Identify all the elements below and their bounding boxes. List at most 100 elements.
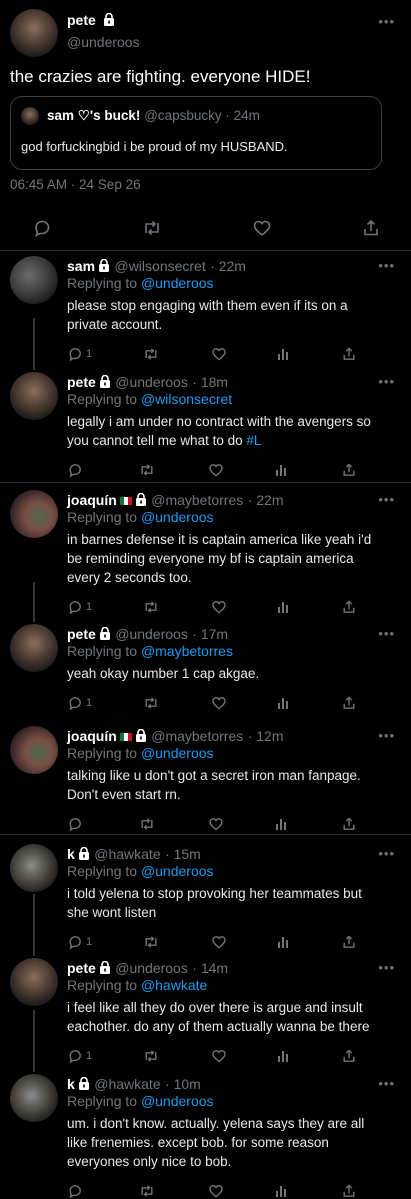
avatar[interactable] (10, 9, 58, 57)
reply-icon (69, 464, 81, 478)
share-icon[interactable] (341, 462, 357, 478)
views-icon[interactable] (277, 696, 291, 710)
handle[interactable]: @maybetorres (151, 492, 243, 508)
reply-mention[interactable]: @wilsonsecret (141, 391, 232, 407)
display-name[interactable]: k (67, 1076, 75, 1092)
reply-mention[interactable]: @hawkate (141, 977, 207, 993)
avatar[interactable] (10, 490, 58, 538)
avatar[interactable] (10, 256, 58, 304)
share-icon[interactable] (341, 695, 357, 711)
reply-icon[interactable] (32, 218, 52, 238)
retweet-icon[interactable] (142, 599, 160, 615)
heart-icon[interactable] (211, 695, 227, 711)
lock-icon (104, 13, 115, 26)
display-name[interactable]: joaquín (67, 492, 117, 508)
reply-button[interactable] (67, 462, 86, 478)
heart-icon[interactable] (252, 218, 272, 238)
handle[interactable]: @underoos (67, 34, 140, 50)
handle[interactable]: @underoos (115, 626, 188, 642)
display-name[interactable]: pete (67, 626, 96, 642)
views-icon[interactable] (277, 600, 291, 614)
share-icon[interactable] (341, 1183, 357, 1199)
views-icon[interactable] (277, 1049, 291, 1063)
avatar[interactable] (10, 726, 58, 774)
handle[interactable]: @hawkate (94, 846, 160, 862)
share-icon[interactable] (341, 816, 357, 832)
avatar[interactable] (10, 1074, 58, 1122)
reply-mention[interactable]: @underoos (141, 863, 214, 879)
views-icon[interactable] (277, 347, 291, 361)
views-icon[interactable] (275, 817, 289, 831)
retweet-icon[interactable] (142, 346, 160, 362)
heart-icon[interactable] (211, 934, 227, 950)
tweet-line: um. i don't know. actually. yelena says … (67, 1114, 397, 1133)
heart-icon[interactable] (211, 1048, 227, 1064)
reply-mention[interactable]: @underoos (141, 275, 214, 291)
quoted-tweet[interactable]: sam ♡'s buck! @capsbucky · 24m god forfu… (10, 96, 382, 170)
heart-icon[interactable] (208, 462, 224, 478)
more-icon[interactable]: ••• (378, 1076, 395, 1091)
more-icon[interactable]: ••• (378, 846, 395, 861)
handle[interactable]: @maybetorres (151, 728, 243, 744)
share-icon[interactable] (361, 218, 381, 238)
reply-button[interactable]: 1 (67, 1048, 92, 1064)
reply-mention[interactable]: @underoos (141, 1093, 214, 1109)
more-icon[interactable]: ••• (378, 492, 395, 507)
reply-mention[interactable]: @maybetorres (141, 643, 233, 659)
reply-button[interactable] (67, 816, 86, 832)
retweet-icon[interactable] (142, 695, 160, 711)
tweet-line-text: talking like u don't got a secret iron m… (67, 768, 361, 783)
retweet-icon[interactable] (142, 1048, 160, 1064)
views-icon[interactable] (275, 1184, 289, 1198)
display-name[interactable]: pete (67, 960, 96, 976)
mexico-flag-icon (119, 497, 132, 505)
more-icon[interactable]: ••• (378, 374, 395, 389)
more-icon[interactable]: ••• (378, 14, 395, 29)
share-icon[interactable] (341, 1048, 357, 1064)
heart-icon[interactable] (208, 1183, 224, 1199)
more-icon[interactable]: ••• (378, 626, 395, 641)
display-name[interactable]: pete (67, 374, 96, 390)
handle[interactable]: @underoos (115, 960, 188, 976)
display-name[interactable]: k (67, 846, 75, 862)
hashtag[interactable]: #L (246, 433, 261, 448)
views-icon[interactable] (275, 463, 289, 477)
tweet-text: talking like u don't got a secret iron m… (67, 766, 397, 804)
display-name[interactable]: joaquín (67, 728, 117, 744)
avatar[interactable] (10, 372, 58, 420)
reply-button[interactable]: 1 (67, 599, 92, 615)
tweet-line-text: eachother. do any of them actually wanna… (67, 1019, 370, 1034)
tweet-line: private account. (67, 315, 397, 334)
heart-icon[interactable] (208, 816, 224, 832)
retweet-icon[interactable] (142, 934, 160, 950)
heart-icon[interactable] (211, 599, 227, 615)
retweet-icon[interactable] (138, 816, 156, 832)
reply-icon (69, 601, 81, 615)
display-name[interactable]: pete (67, 12, 96, 28)
share-icon[interactable] (341, 599, 357, 615)
reply-button[interactable]: 1 (67, 934, 92, 950)
avatar[interactable] (10, 624, 58, 672)
timestamp[interactable]: 06:45 AM · 24 Sep 26 (10, 177, 141, 192)
retweet-icon[interactable] (138, 462, 156, 478)
avatar[interactable] (10, 844, 58, 892)
handle[interactable]: @underoos (115, 374, 188, 390)
display-name[interactable]: sam (67, 258, 95, 274)
heart-icon[interactable] (211, 346, 227, 362)
views-icon[interactable] (277, 935, 291, 949)
retweet-icon[interactable] (138, 1183, 156, 1199)
reply-mention[interactable]: @underoos (141, 509, 214, 525)
retweet-icon[interactable] (141, 218, 163, 238)
more-icon[interactable]: ••• (378, 728, 395, 743)
handle[interactable]: @wilsonsecret (114, 258, 205, 274)
handle[interactable]: @hawkate (94, 1076, 160, 1092)
reply-button[interactable]: 1 (67, 695, 92, 711)
avatar[interactable] (10, 958, 58, 1006)
reply-button[interactable] (67, 1183, 86, 1199)
share-icon[interactable] (341, 934, 357, 950)
reply-mention[interactable]: @underoos (141, 745, 214, 761)
reply-button[interactable]: 1 (67, 346, 92, 362)
more-icon[interactable]: ••• (378, 258, 395, 273)
share-icon[interactable] (341, 346, 357, 362)
more-icon[interactable]: ••• (378, 960, 395, 975)
